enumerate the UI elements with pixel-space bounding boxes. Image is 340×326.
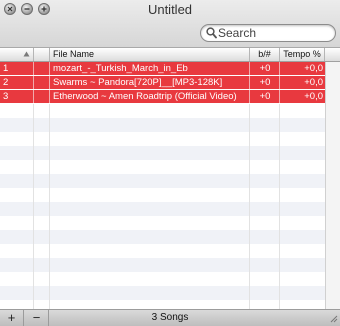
search-icon [206, 27, 217, 39]
sort-ascending-icon [23, 51, 30, 57]
table-row[interactable]: 3 Etherwood ~ Amen Roadtrip (Official Vi… [0, 90, 340, 104]
song-table: File Name b/# Tempo % 1 mozart_-_Turkish… [0, 48, 340, 310]
resize-grip-icon[interactable] [328, 313, 338, 323]
bottom-bar: + − 3 Songs [0, 310, 340, 326]
table-header: File Name b/# Tempo % [0, 48, 340, 62]
column-header-tempo[interactable]: Tempo % [280, 48, 325, 61]
row-file-name: Etherwood ~ Amen Roadtrip (Official Vide… [53, 91, 237, 102]
column-header-index[interactable] [0, 48, 34, 61]
vertical-scrollbar[interactable] [325, 62, 340, 309]
row-file-name: Swarms ~ Pandora[720P]__[MP3-128K] [53, 77, 223, 88]
title-bar: Untitled [0, 0, 340, 48]
empty-rows [0, 104, 340, 300]
table-row[interactable]: 1 mozart_-_Turkish_March_in_Eb +0 +0,0 [0, 62, 340, 76]
song-count-label: 3 Songs [151, 312, 189, 323]
row-bpm: +0 [259, 77, 271, 88]
row-index: 2 [3, 77, 9, 88]
app-window: Untitled File Name b/# Tempo % [0, 0, 340, 326]
row-bpm: +0 [259, 63, 271, 74]
search-input[interactable] [218, 25, 330, 41]
column-header-bpm[interactable]: b/# [250, 48, 280, 61]
column-header-file-name[interactable]: File Name [50, 48, 250, 61]
row-file-name: mozart_-_Turkish_March_in_Eb [53, 63, 188, 74]
row-tempo: +0,0 [304, 91, 323, 102]
table-body: 1 mozart_-_Turkish_March_in_Eb +0 +0,0 2… [0, 62, 340, 104]
row-tempo: +0,0 [304, 77, 323, 88]
row-tempo: +0,0 [304, 63, 323, 74]
row-index: 3 [3, 91, 9, 102]
window-title: Untitled [147, 2, 193, 17]
search-field[interactable] [200, 24, 336, 42]
row-bpm: +0 [259, 91, 271, 102]
table-row[interactable]: 2 Swarms ~ Pandora[720P]__[MP3-128K] +0 … [0, 76, 340, 90]
column-header-flag[interactable] [34, 48, 50, 61]
row-index: 1 [3, 63, 9, 74]
